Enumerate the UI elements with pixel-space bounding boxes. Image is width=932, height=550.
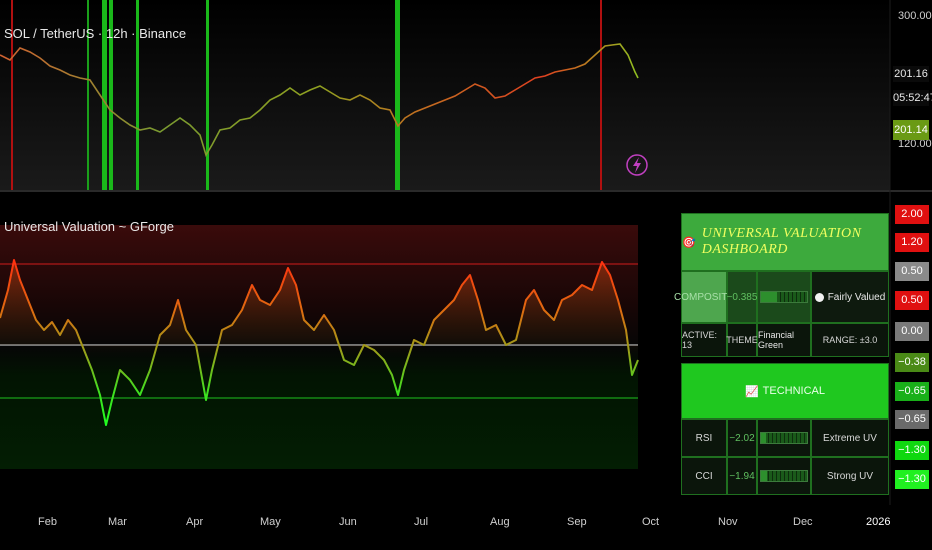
- composite-status: Fairly Valued: [827, 291, 886, 303]
- chart-up-icon: 📈: [744, 385, 759, 398]
- metric-status: Strong UV: [811, 457, 889, 495]
- time-axis-label: Oct: [642, 516, 660, 528]
- composite-value: −0.385: [727, 271, 757, 323]
- metric-gauge: [760, 432, 808, 444]
- metric-gauge-cell: [757, 457, 811, 495]
- time-axis-label: Mar: [108, 516, 127, 528]
- metric-name: RSI: [681, 419, 727, 457]
- time-axis-label: 2026: [866, 516, 891, 528]
- section-header-technical: 📈 TECHNICAL: [681, 363, 889, 419]
- last-price-tag: 201.16: [893, 66, 929, 82]
- signal-bar-green: [206, 0, 209, 190]
- indicator-axis-tag: 2.00: [895, 205, 929, 224]
- indicator-axis-tag: −0.38: [895, 353, 929, 372]
- metric-name: CCI: [681, 457, 727, 495]
- metric-gauge-cell: [757, 419, 811, 457]
- time-axis-label: Jun: [339, 516, 357, 528]
- time-axis-label: Apr: [186, 516, 204, 528]
- theme-label: THEME: [726, 323, 758, 357]
- dashboard-title: UNIVERSAL VALUATION DASHBOARD: [701, 226, 862, 257]
- metric-gauge: [760, 470, 808, 482]
- time-axis-label: Feb: [38, 516, 57, 528]
- white-circle-icon: [814, 292, 824, 302]
- composite-label: COMPOSITE: [674, 271, 734, 323]
- active-count: ACTIVE: 13: [681, 323, 727, 357]
- range-value: RANGE: ±3.0: [811, 323, 889, 357]
- indicator-axis-tag: 1.20: [895, 233, 929, 252]
- time-axis-label: Aug: [490, 516, 510, 528]
- section-label: TECHNICAL: [762, 385, 826, 397]
- time-axis-label: Nov: [718, 516, 738, 528]
- metric-value: −2.02: [727, 419, 757, 457]
- valuation-dashboard: 🎯 UNIVERSAL VALUATION DASHBOARD COMPOSIT…: [674, 213, 889, 495]
- price-axis-top: 300.00: [898, 10, 932, 22]
- time-axis-label: Sep: [567, 516, 587, 528]
- symbol-title[interactable]: SOL / TetherUS · 12h · Binance: [4, 26, 186, 41]
- metric-status: Extreme UV: [811, 419, 889, 457]
- theme-value: Financial Green: [757, 323, 811, 357]
- indicator-axis-tag: 0.00: [895, 322, 929, 341]
- composite-bar: [757, 271, 811, 323]
- pane-separator[interactable]: [0, 190, 932, 192]
- signal-bar-red: [600, 0, 602, 190]
- current-price-tag: 201.14: [893, 120, 929, 140]
- target-icon: 🎯: [682, 236, 696, 249]
- bar-countdown: 05:52:47: [893, 90, 932, 106]
- indicator-axis-tag: −1.30: [895, 470, 929, 489]
- time-axis-label: Dec: [793, 516, 813, 528]
- indicator-axis-tag: −0.65: [895, 382, 929, 401]
- indicator-axis-tag: −0.65: [895, 410, 929, 429]
- signal-bar-green: [395, 0, 400, 190]
- indicator-axis-tag: 0.50: [895, 262, 929, 281]
- composite-gauge: [760, 291, 808, 303]
- indicator-title[interactable]: Universal Valuation ~ GForge: [4, 219, 174, 234]
- time-axis-label: Jul: [414, 516, 429, 528]
- composite-status-cell: Fairly Valued: [811, 271, 889, 323]
- indicator-axis-tag: −1.30: [895, 441, 929, 460]
- dashboard-title-row: 🎯 UNIVERSAL VALUATION DASHBOARD: [681, 213, 889, 271]
- indicator-axis-tag: 0.50: [895, 291, 929, 310]
- time-axis-label: May: [260, 516, 281, 528]
- metric-value: −1.94: [727, 457, 757, 495]
